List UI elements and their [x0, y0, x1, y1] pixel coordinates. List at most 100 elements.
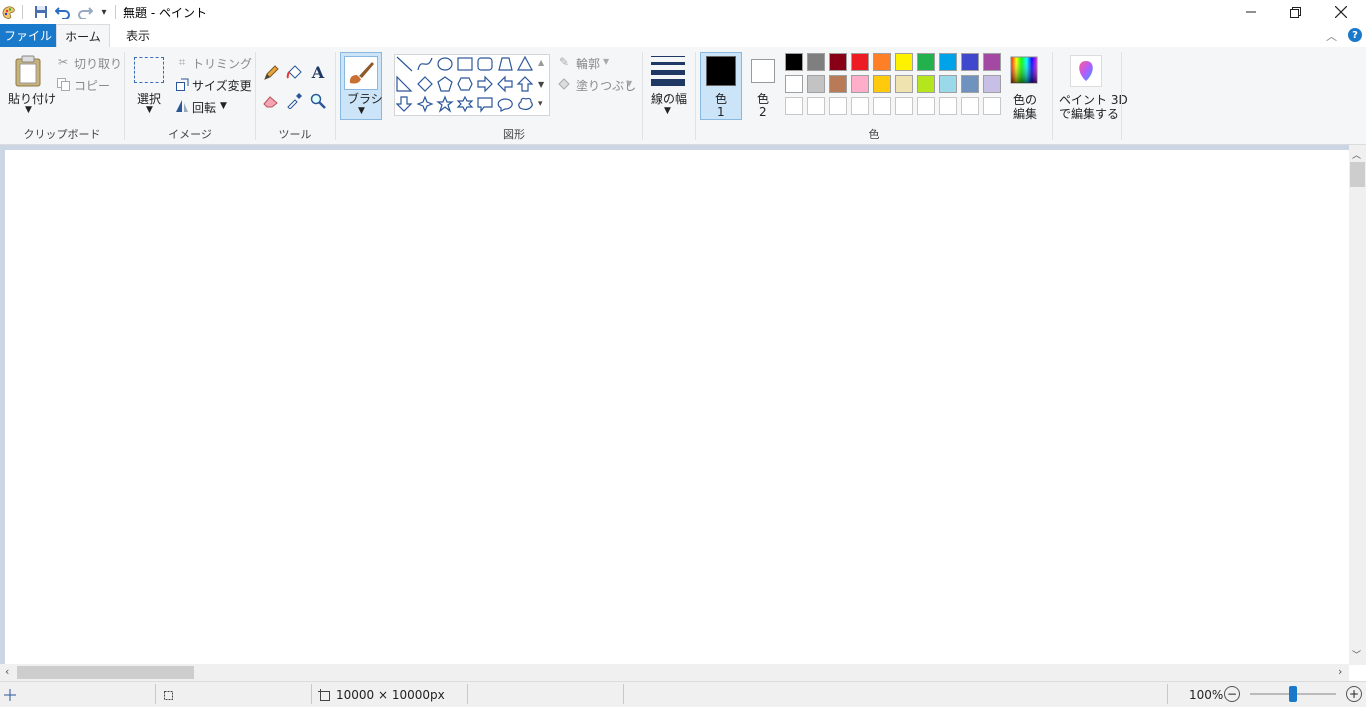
customize-quick-access-icon[interactable]: ▾: [95, 3, 113, 21]
palette-color-swatch[interactable]: [961, 75, 979, 93]
select-dropdown-icon[interactable]: ▼: [146, 105, 153, 115]
custom-color-slot[interactable]: [829, 97, 847, 115]
scroll-up-icon[interactable]: ︿: [1352, 148, 1361, 161]
right-triangle-shape-icon: [396, 75, 413, 92]
gallery-expand-icon[interactable]: ▾: [538, 99, 543, 109]
tab-home[interactable]: ホーム: [56, 24, 110, 47]
palette-color-swatch[interactable]: [961, 53, 979, 71]
paste-dropdown-icon[interactable]: ▼: [25, 105, 32, 115]
line-width-dropdown-icon[interactable]: ▼: [664, 106, 671, 116]
paint3d-line2[interactable]: で編集する: [1059, 105, 1119, 122]
palette-color-swatch[interactable]: [895, 75, 913, 93]
paint3d-icon[interactable]: [1070, 55, 1102, 87]
palette-color-swatch[interactable]: [851, 75, 869, 93]
zoom-slider-thumb[interactable]: [1289, 686, 1297, 702]
image-group-label: イメージ: [168, 128, 212, 141]
horizontal-scrollbar[interactable]: [0, 664, 1349, 681]
copy-button[interactable]: コピー: [74, 77, 110, 94]
paste-icon[interactable]: [12, 54, 44, 88]
down-arrow-shape-icon: [395, 96, 413, 112]
custom-color-slot[interactable]: [873, 97, 891, 115]
palette-color-swatch[interactable]: [873, 53, 891, 71]
palette-color-swatch[interactable]: [807, 53, 825, 71]
save-icon[interactable]: [32, 3, 50, 21]
palette-color-swatch[interactable]: [939, 75, 957, 93]
tab-view[interactable]: 表示: [112, 24, 164, 47]
custom-color-slot[interactable]: [939, 97, 957, 115]
outline-button[interactable]: 輪郭: [576, 55, 600, 72]
resize-button[interactable]: サイズ変更: [192, 77, 252, 94]
color2-swatch[interactable]: [751, 59, 775, 83]
collapse-ribbon-icon[interactable]: ︿: [1326, 28, 1337, 44]
rotate-dropdown-icon[interactable]: ▼: [220, 101, 227, 111]
custom-color-slot[interactable]: [807, 97, 825, 115]
paste-button[interactable]: 貼り付け: [8, 90, 56, 107]
custom-color-slot[interactable]: [917, 97, 935, 115]
rotate-icon: [175, 99, 189, 113]
palette-color-swatch[interactable]: [895, 53, 913, 71]
restore-button[interactable]: [1272, 0, 1318, 24]
edit-colors-line2[interactable]: 編集: [1013, 105, 1037, 122]
palette-color-swatch[interactable]: [785, 75, 803, 93]
palette-color-swatch[interactable]: [983, 53, 1001, 71]
palette-color-swatch[interactable]: [785, 53, 803, 71]
horizontal-scroll-thumb[interactable]: [17, 666, 194, 679]
eraser-icon[interactable]: [262, 92, 280, 110]
gallery-scroll-down-icon[interactable]: ▼: [538, 80, 544, 89]
crop-button[interactable]: トリミング: [192, 55, 252, 72]
close-button[interactable]: [1318, 0, 1364, 24]
custom-color-slot[interactable]: [785, 97, 803, 115]
rectangular-callout-shape-icon: [477, 97, 493, 113]
custom-color-slot[interactable]: [851, 97, 869, 115]
separator: [115, 5, 116, 19]
cursor-position-icon: [3, 688, 17, 702]
vertical-scroll-thumb[interactable]: [1350, 162, 1365, 187]
palette-color-swatch[interactable]: [873, 75, 891, 93]
palette-color-swatch[interactable]: [851, 53, 869, 71]
redo-icon[interactable]: [76, 3, 94, 21]
palette-color-swatch[interactable]: [917, 75, 935, 93]
scroll-left-icon[interactable]: ‹: [5, 665, 9, 678]
magnifier-icon[interactable]: [309, 92, 327, 110]
zoom-in-button[interactable]: +: [1346, 686, 1362, 702]
edit-colors-icon[interactable]: [1009, 55, 1039, 85]
custom-color-slot[interactable]: [961, 97, 979, 115]
custom-color-slot[interactable]: [895, 97, 913, 115]
palette-color-swatch[interactable]: [983, 75, 1001, 93]
paint-app-icon[interactable]: [0, 3, 18, 21]
palette-color-swatch[interactable]: [829, 75, 847, 93]
zoom-out-button[interactable]: −: [1224, 686, 1240, 702]
drawing-canvas[interactable]: [5, 150, 1350, 665]
custom-color-slot[interactable]: [983, 97, 1001, 115]
copy-icon: [56, 77, 70, 91]
palette-color-swatch[interactable]: [917, 53, 935, 71]
rotate-button[interactable]: 回転: [192, 99, 216, 116]
fill-dropdown-icon[interactable]: ▼: [626, 79, 632, 88]
scroll-down-icon[interactable]: ﹀: [1352, 648, 1361, 661]
select-icon[interactable]: [134, 57, 164, 83]
undo-icon[interactable]: [54, 3, 72, 21]
gallery-scroll-up-icon[interactable]: ▲: [538, 58, 544, 67]
fill-bucket-icon[interactable]: [285, 64, 303, 82]
cut-button[interactable]: 切り取り: [74, 55, 122, 72]
line-width-icon[interactable]: [651, 56, 685, 86]
color-picker-icon[interactable]: [285, 92, 303, 110]
outline-icon: ✎: [558, 55, 570, 69]
vertical-scrollbar[interactable]: [1349, 145, 1366, 665]
text-tool-icon[interactable]: A: [309, 63, 327, 82]
outline-dropdown-icon[interactable]: ▼: [603, 57, 609, 66]
tab-file[interactable]: ファイル: [0, 24, 56, 47]
curve-shape-icon: [417, 57, 433, 71]
palette-color-swatch[interactable]: [807, 75, 825, 93]
palette-color-swatch[interactable]: [939, 53, 957, 71]
palette-color-swatch[interactable]: [829, 53, 847, 71]
pencil-icon[interactable]: [262, 64, 280, 82]
scroll-right-icon[interactable]: ›: [1338, 665, 1342, 678]
line-shape-icon: [396, 56, 413, 72]
separator: [22, 5, 23, 19]
separator: [1052, 52, 1053, 140]
minimize-button[interactable]: [1228, 0, 1274, 24]
canvas-size-text: 10000 × 10000px: [336, 688, 445, 702]
help-icon[interactable]: ?: [1348, 28, 1362, 42]
brush-dropdown-icon[interactable]: ▼: [358, 106, 365, 116]
